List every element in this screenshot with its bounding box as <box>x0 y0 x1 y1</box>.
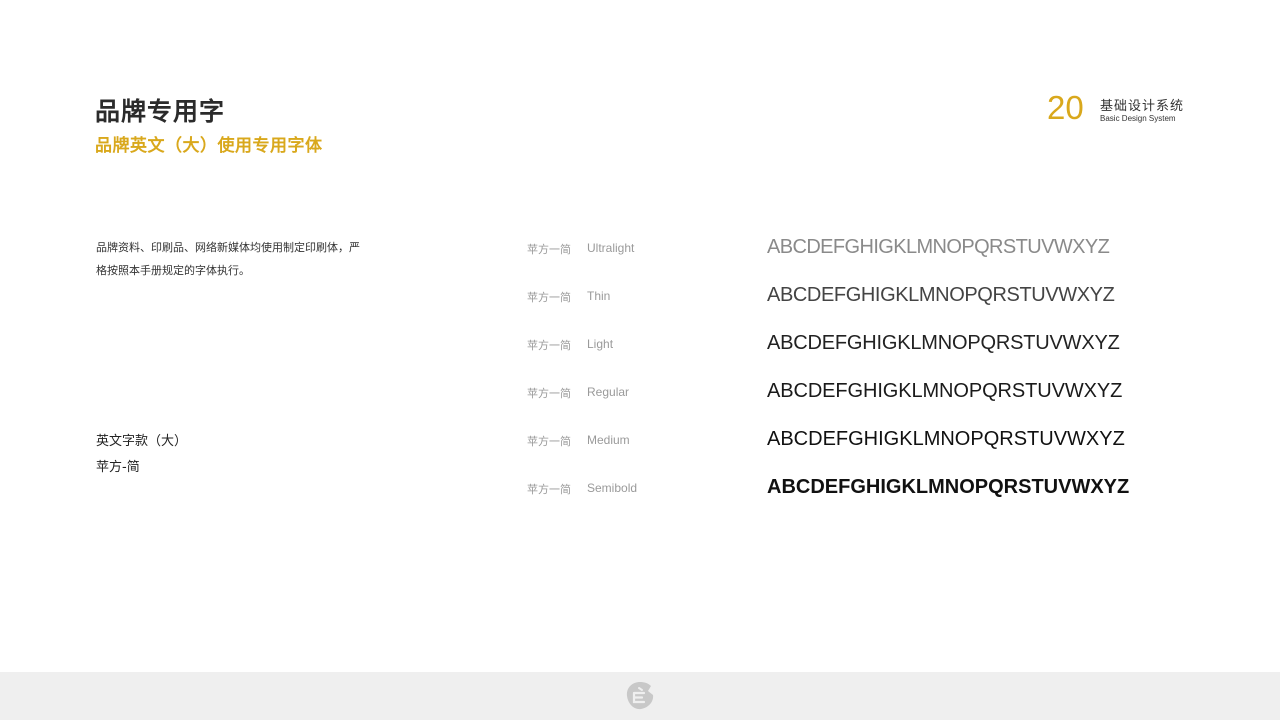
weight-sample-text: ABCDEFGHIGKLMNOPQRSTUVWXYZ <box>767 332 1120 354</box>
weight-row: 苹方一简 Light ABCDEFGHIGKLMNOPQRSTUVWXYZ <box>527 326 1177 374</box>
weight-row: 苹方一简 Medium ABCDEFGHIGKLMNOPQRSTUVWXYZ <box>527 422 1177 470</box>
section-name-cn: 基础设计系统 <box>1100 99 1185 114</box>
weight-row: 苹方一简 Ultralight ABCDEFGHIGKLMNOPQRSTUVWX… <box>527 230 1177 278</box>
weight-row: 苹方一简 Thin ABCDEFGHIGKLMNOPQRSTUVWXYZ <box>527 278 1177 326</box>
weight-name-label: Light <box>587 337 614 351</box>
weight-family-label: 苹方一简 <box>527 435 571 448</box>
page-number: 20 <box>1047 89 1084 126</box>
weight-sample-text: ABCDEFGHIGKLMNOPQRSTUVWXYZ <box>767 476 1130 498</box>
brand-logo-svg <box>626 682 654 710</box>
description: 品牌资料、印刷品、网络新媒体均使用制定印刷体，严 格按照本手册规定的字体执行。 <box>96 236 396 282</box>
weight-family-label: 苹方一简 <box>527 243 571 256</box>
weight-name-label: Medium <box>587 433 630 447</box>
font-family: 苹方-简 <box>96 460 140 475</box>
description-line: 品牌资料、印刷品、网络新媒体均使用制定印刷体，严 <box>96 241 360 254</box>
weight-family-label: 苹方一简 <box>527 339 571 352</box>
weight-family-label: 苹方一简 <box>527 483 571 496</box>
weight-sample-text: ABCDEFGHIGKLMNOPQRSTUVWXYZ <box>767 236 1110 258</box>
font-name: 英文字款（大） <box>96 434 188 449</box>
weight-name-label: Semibold <box>587 481 638 495</box>
weight-name-label: Ultralight <box>587 241 635 255</box>
section-name-en: Basic Design System <box>1100 114 1176 123</box>
weight-name-label: Thin <box>587 289 611 303</box>
brand-logo-icon <box>624 680 656 712</box>
weight-family-label: 苹方一简 <box>527 387 571 400</box>
weight-row: 苹方一简 Regular ABCDEFGHIGKLMNOPQRSTUVWXYZ <box>527 374 1177 422</box>
weight-sample-text: ABCDEFGHIGKLMNOPQRSTUVWXYZ <box>767 428 1125 450</box>
weight-list: 苹方一简 Ultralight ABCDEFGHIGKLMNOPQRSTUVWX… <box>527 230 1177 518</box>
weight-sample-text: ABCDEFGHIGKLMNOPQRSTUVWXYZ <box>767 380 1123 402</box>
description-line: 格按照本手册规定的字体执行。 <box>96 264 250 277</box>
weight-row: 苹方一简 Semibold ABCDEFGHIGKLMNOPQRSTUVWXYZ <box>527 470 1177 518</box>
page-subtitle: 品牌英文（大）使用专用字体 <box>95 136 323 156</box>
weight-sample-text: ABCDEFGHIGKLMNOPQRSTUVWXYZ <box>767 284 1115 306</box>
weight-family-label: 苹方一简 <box>527 291 571 304</box>
page-title: 品牌专用字 <box>95 97 226 126</box>
weight-name-label: Regular <box>587 385 630 399</box>
